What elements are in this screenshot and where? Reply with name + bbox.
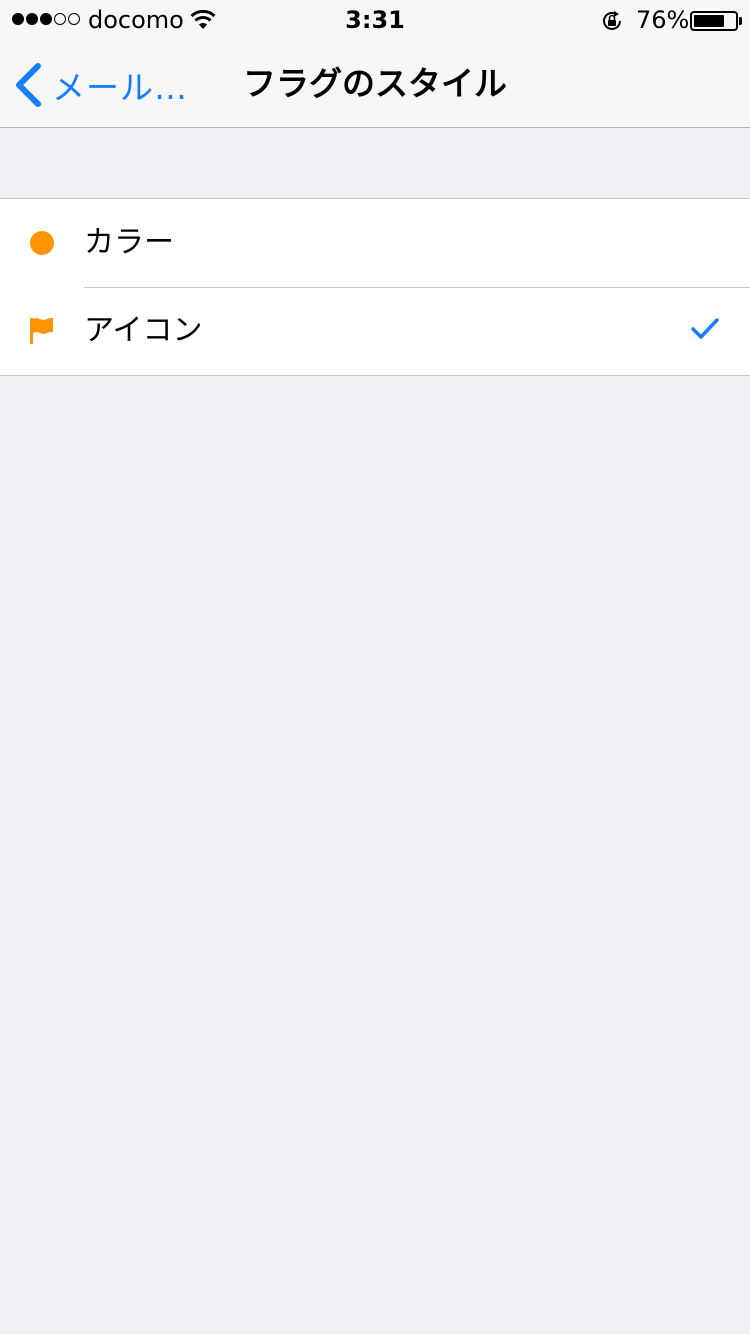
flag-style-list: カラー アイコン xyxy=(0,198,750,376)
option-label: カラー xyxy=(84,225,174,260)
battery-cap xyxy=(739,17,742,25)
flag-icon xyxy=(30,318,53,344)
battery-icon xyxy=(690,11,738,31)
orange-dot-icon xyxy=(30,231,54,255)
page-title: フラグのスタイル xyxy=(243,64,507,103)
navigation-bar: メール… フラグのスタイル xyxy=(0,40,750,128)
option-icon[interactable]: アイコン xyxy=(0,287,750,375)
option-label: アイコン xyxy=(84,313,203,348)
battery-level xyxy=(694,15,725,27)
rotation-lock-icon xyxy=(603,11,621,30)
battery-percentage: 76% xyxy=(636,6,690,34)
option-color[interactable]: カラー xyxy=(0,199,750,287)
checkmark-icon xyxy=(691,318,719,339)
status-bar: docomo 3:31 76% xyxy=(0,0,750,40)
